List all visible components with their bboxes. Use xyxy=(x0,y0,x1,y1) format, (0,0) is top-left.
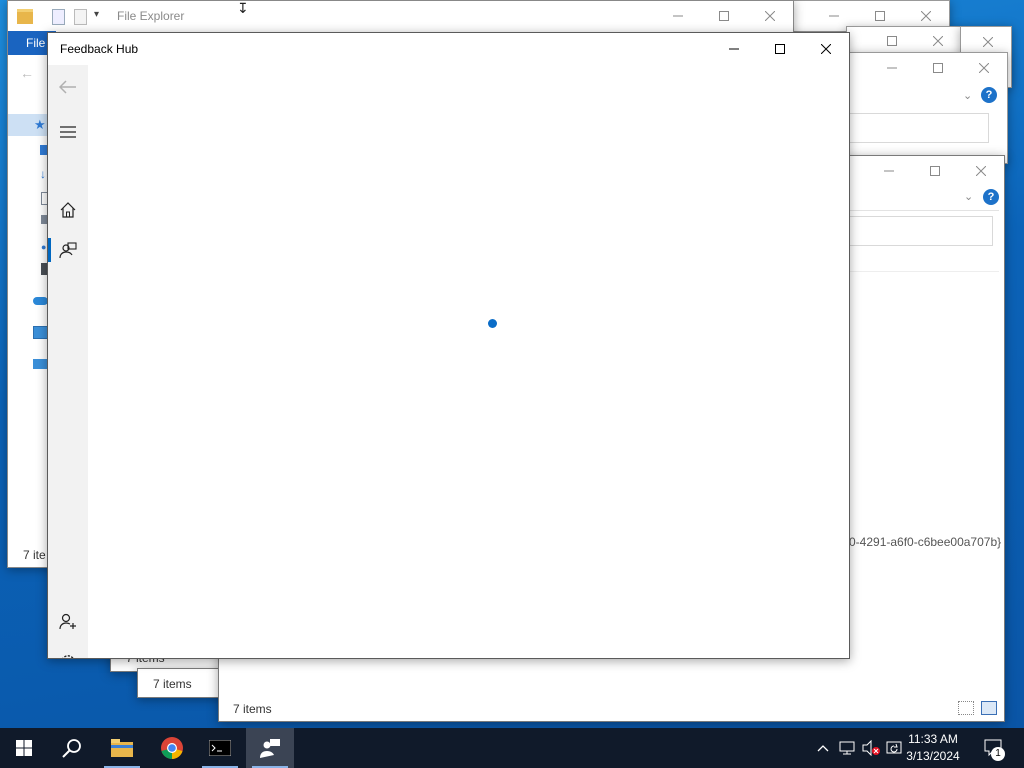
start-button[interactable] xyxy=(0,728,48,768)
taskbar: 11:33 AM 3/13/2024 1 xyxy=(0,728,1024,768)
feedback-hub-taskbar-icon[interactable] xyxy=(246,728,294,768)
downloads-icon: ↓ xyxy=(40,167,46,181)
status-item-count: 7 ite xyxy=(23,548,46,562)
cursor-icon: ↧ xyxy=(237,0,249,16)
feedback-hub-window[interactable]: Feedback Hub xyxy=(47,32,850,659)
file-explorer-taskbar-icon[interactable] xyxy=(98,728,146,768)
status-item-count: 7 items xyxy=(153,677,192,691)
network-icon[interactable] xyxy=(837,728,857,768)
taskbar-clock[interactable]: 11:33 AM 3/13/2024 xyxy=(900,731,966,765)
network-icon xyxy=(33,359,48,369)
properties-icon[interactable] xyxy=(52,9,65,25)
minimize-button[interactable] xyxy=(866,156,912,186)
large-icons-view-icon[interactable] xyxy=(981,701,997,715)
chevron-down-icon[interactable]: ⌄ xyxy=(963,89,972,102)
nav-rail xyxy=(48,65,88,658)
action-center-icon[interactable]: 1 xyxy=(980,728,1008,768)
maximize-button[interactable] xyxy=(915,53,961,83)
help-icon[interactable]: ? xyxy=(983,189,999,205)
details-view-icon[interactable] xyxy=(958,701,974,715)
chevron-down-icon[interactable]: ⌄ xyxy=(964,190,973,203)
minimize-button[interactable] xyxy=(655,1,701,31)
folder-icon xyxy=(17,9,33,24)
close-button[interactable] xyxy=(915,27,961,55)
back-arrow-icon[interactable]: ← xyxy=(20,65,34,81)
clock-date: 3/13/2024 xyxy=(906,749,960,763)
hamburger-icon[interactable] xyxy=(56,120,80,144)
close-button[interactable] xyxy=(803,33,849,65)
minimize-button[interactable] xyxy=(711,33,757,65)
selection-indicator xyxy=(48,238,51,262)
guid-text: 0-4291-a6f0-c6bee00a707b} xyxy=(849,535,1002,549)
minimize-button[interactable] xyxy=(869,53,915,83)
maximize-button[interactable] xyxy=(701,1,747,31)
feedback-icon[interactable] xyxy=(56,238,80,262)
help-icon[interactable]: ? xyxy=(981,87,997,103)
loading-spinner xyxy=(488,319,497,328)
music-icon: ● xyxy=(41,242,47,252)
explorer-window-back-4[interactable]: ⌄ ? xyxy=(846,52,1008,164)
gear-icon[interactable] xyxy=(56,650,80,658)
window-title: File Explorer xyxy=(117,9,185,23)
back-icon[interactable] xyxy=(56,75,80,99)
volume-muted-icon[interactable] xyxy=(860,728,882,768)
maximize-button[interactable] xyxy=(757,33,803,65)
close-button[interactable] xyxy=(747,1,793,31)
window-title: Feedback Hub xyxy=(60,42,139,56)
quick-access-dropdown-icon[interactable]: ▾ xyxy=(94,9,99,20)
notification-badge: 1 xyxy=(991,747,1005,761)
chrome-taskbar-icon[interactable] xyxy=(148,728,196,768)
clock-time: 11:33 AM xyxy=(908,732,958,746)
close-button[interactable] xyxy=(961,53,1007,83)
search-icon[interactable] xyxy=(48,728,96,768)
star-icon: ★ xyxy=(34,117,46,132)
close-button[interactable] xyxy=(958,156,1004,186)
onedrive-icon xyxy=(33,297,48,305)
new-folder-icon[interactable] xyxy=(74,9,87,25)
maximize-button[interactable] xyxy=(912,156,958,186)
home-icon[interactable] xyxy=(56,198,80,222)
status-item-count: 7 items xyxy=(233,702,272,716)
add-account-icon[interactable] xyxy=(56,609,80,633)
chevron-up-icon[interactable] xyxy=(814,728,832,768)
maximize-button[interactable] xyxy=(869,27,915,55)
search-box[interactable] xyxy=(847,113,989,143)
terminal-taskbar-icon[interactable] xyxy=(196,728,244,768)
